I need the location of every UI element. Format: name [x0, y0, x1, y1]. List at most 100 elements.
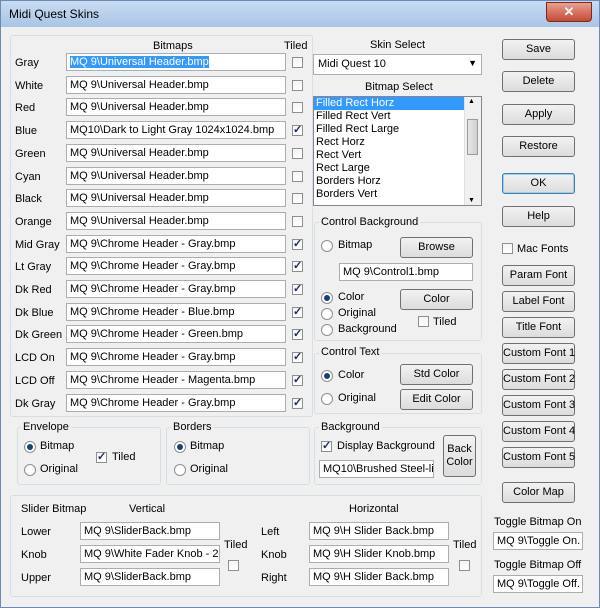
browse-button[interactable]: Browse [400, 237, 473, 258]
std-color-button[interactable]: Std Color [400, 364, 473, 385]
bitmap-row-label: Orange [15, 215, 52, 228]
slider-h-field[interactable]: MQ 9\H Slider Knob.bmp [309, 545, 449, 563]
bitmap-list-item[interactable]: Rect Vert [314, 149, 481, 162]
bitmap-path-field[interactable]: MQ 9\Chrome Header - Magenta.bmp [66, 370, 286, 389]
close-button[interactable]: ✕ [546, 2, 592, 22]
list-scrollbar[interactable]: ▲ ▼ [464, 97, 481, 205]
bitmap-tiled-checkbox[interactable] [292, 327, 303, 341]
bitmap-path-field[interactable]: MQ 9\Chrome Header - Green.bmp [66, 325, 286, 344]
slider-v-field[interactable]: MQ 9\White Fader Knob - 20 [80, 545, 220, 563]
slider-h-field[interactable]: MQ 9\H Slider Back.bmp [309, 568, 449, 586]
bitmap-path-field[interactable]: MQ 9\Chrome Header - Blue.bmp [66, 302, 286, 321]
chevron-down-icon[interactable]: ▼ [468, 58, 477, 68]
bitmap-tiled-checkbox[interactable] [292, 373, 303, 386]
slider-h-field[interactable]: MQ 9\H Slider Back.bmp [309, 522, 449, 540]
ct-original-radio[interactable] [321, 393, 333, 405]
bitmap-row-label: White [15, 79, 44, 92]
bitmap-path-field[interactable]: MQ 9\Chrome Header - Gray.bmp [66, 257, 286, 276]
color-button[interactable]: Color [400, 289, 473, 310]
edit-color-button[interactable]: Edit Color [400, 389, 473, 410]
bitmap-path-field[interactable]: MQ 9\Chrome Header - Gray.bmp [66, 280, 286, 298]
bitmap-path-field[interactable]: MQ 9\Universal Header.bmp [66, 53, 286, 71]
restore-button[interactable]: Restore [502, 136, 575, 157]
bitmap-tiled-checkbox[interactable] [292, 396, 303, 409]
bitmap-list-item[interactable]: Filled Rect Large [314, 123, 481, 136]
bitmap-list-item[interactable]: Borders Horz [314, 175, 481, 188]
ct-color-radio[interactable] [321, 370, 333, 382]
toggle-off-field[interactable]: MQ 9\Toggle Off. [493, 575, 583, 593]
title-font-button[interactable]: Title Font [502, 317, 575, 338]
help-button[interactable]: Help [502, 206, 575, 227]
bitmap-path-field[interactable]: MQ 9\Universal Header.bmp [66, 211, 286, 230]
bitmap-list-item[interactable]: Filled Rect Vert [314, 110, 481, 123]
bitmap-row-label: Black [15, 193, 42, 206]
ok-button[interactable]: OK [502, 173, 575, 194]
custom-font-2-button[interactable]: Custom Font 2 [502, 369, 575, 390]
bitmap-path-field[interactable]: MQ10\Dark to Light Gray 1024x1024.bmp [66, 121, 286, 140]
bitmap-tiled-checkbox[interactable] [292, 259, 303, 273]
bitmap-tiled-checkbox[interactable] [292, 305, 303, 318]
slider-v-field[interactable]: MQ 9\SliderBack.bmp [80, 568, 220, 586]
skin-select-combo[interactable]: Midi Quest 10 ▼ [313, 54, 482, 75]
label-font-button[interactable]: Label Font [502, 291, 575, 312]
bitmap-tiled-checkbox[interactable] [292, 102, 303, 114]
apply-button[interactable]: Apply [502, 104, 575, 125]
bitmap-path-field[interactable]: MQ 9\Chrome Header - Gray.bmp [66, 348, 286, 367]
bitmap-tiled-checkbox[interactable] [292, 215, 303, 227]
cb-tiled-checkbox[interactable] [418, 316, 429, 327]
bitmap-tiled-checkbox[interactable] [292, 123, 303, 137]
slider-h-label: Left [261, 526, 280, 538]
bitmap-list-item[interactable]: Borders Vert [314, 188, 481, 201]
delete-button[interactable]: Delete [502, 71, 575, 92]
cb-bitmap-radio[interactable] [321, 240, 333, 252]
scroll-down-icon[interactable]: ▼ [468, 197, 475, 204]
h-tiled-checkbox[interactable] [459, 560, 470, 571]
cb-background-radio[interactable] [321, 324, 333, 336]
bitmap-tiled-checkbox[interactable] [292, 282, 303, 295]
cb-original-radio[interactable] [321, 308, 333, 320]
mac-fonts-checkbox[interactable] [502, 243, 513, 254]
custom-font-4-button[interactable]: Custom Font 4 [502, 421, 575, 442]
display-background-checkbox[interactable] [321, 439, 332, 452]
save-button[interactable]: Save [502, 39, 575, 60]
bitmap-list-item[interactable]: Rect Large [314, 162, 481, 175]
bitmap-list-item[interactable]: Rect Horz [314, 136, 481, 149]
env-bitmap-radio[interactable] [24, 441, 36, 453]
bitmap-tiled-checkbox[interactable] [292, 57, 303, 68]
back-color-button[interactable]: Back Color [443, 435, 476, 477]
cb-color-radio[interactable] [321, 292, 333, 304]
bitmap-path-field[interactable]: MQ 9\Universal Header.bmp [66, 166, 286, 185]
scroll-thumb[interactable] [467, 119, 478, 155]
bitmap-tiled-checkbox[interactable] [292, 193, 303, 205]
env-tiled-checkbox[interactable] [96, 450, 107, 463]
bitmap-tiled-checkbox[interactable] [292, 350, 303, 364]
slider-v-field[interactable]: MQ 9\SliderBack.bmp [80, 522, 220, 540]
param-font-button[interactable]: Param Font [502, 265, 575, 286]
slider-v-label: Lower [21, 526, 51, 538]
bitmap-list-item[interactable]: Filled Rect Horz [314, 97, 464, 110]
borders-original-radio[interactable] [174, 464, 186, 476]
bitmap-tiled-checkbox[interactable] [292, 170, 303, 182]
scroll-up-icon[interactable]: ▲ [468, 98, 475, 105]
custom-font-3-button[interactable]: Custom Font 3 [502, 395, 575, 416]
color-map-button[interactable]: Color Map [502, 482, 575, 503]
bitmap-tiled-checkbox[interactable] [292, 79, 303, 91]
v-tiled-checkbox[interactable] [228, 560, 239, 571]
borders-bitmap-radio[interactable] [174, 441, 186, 453]
borders-title: Borders [171, 421, 214, 433]
bitmap-select-list[interactable]: Filled Rect Horz Filled Rect Vert Filled R… [313, 96, 482, 206]
bitmap-tiled-checkbox[interactable] [292, 147, 303, 159]
bitmap-tiled-checkbox[interactable] [292, 237, 303, 250]
bitmap-path-field[interactable]: MQ 9\Chrome Header - Gray.bmp [66, 393, 286, 412]
bitmap-path-field[interactable]: MQ 9\Universal Header.bmp [66, 75, 286, 94]
bitmap-path-field[interactable]: MQ 9\Universal Header.bmp [66, 143, 286, 162]
bitmap-path-field[interactable]: MQ 9\Universal Header.bmp [66, 98, 286, 117]
env-original-radio[interactable] [24, 464, 36, 476]
background-file-field[interactable]: MQ10\Brushed Steel-li [319, 460, 434, 478]
custom-font-1-button[interactable]: Custom Font 1 [502, 343, 575, 364]
bitmap-path-field[interactable]: MQ 9\Universal Header.bmp [66, 189, 286, 208]
custom-font-5-button[interactable]: Custom Font 5 [502, 447, 575, 468]
bitmap-path-field[interactable]: MQ 9\Chrome Header - Gray.bmp [66, 234, 286, 253]
toggle-on-field[interactable]: MQ 9\Toggle On. [493, 532, 583, 550]
control-bitmap-field[interactable]: MQ 9\Control1.bmp [339, 263, 473, 281]
